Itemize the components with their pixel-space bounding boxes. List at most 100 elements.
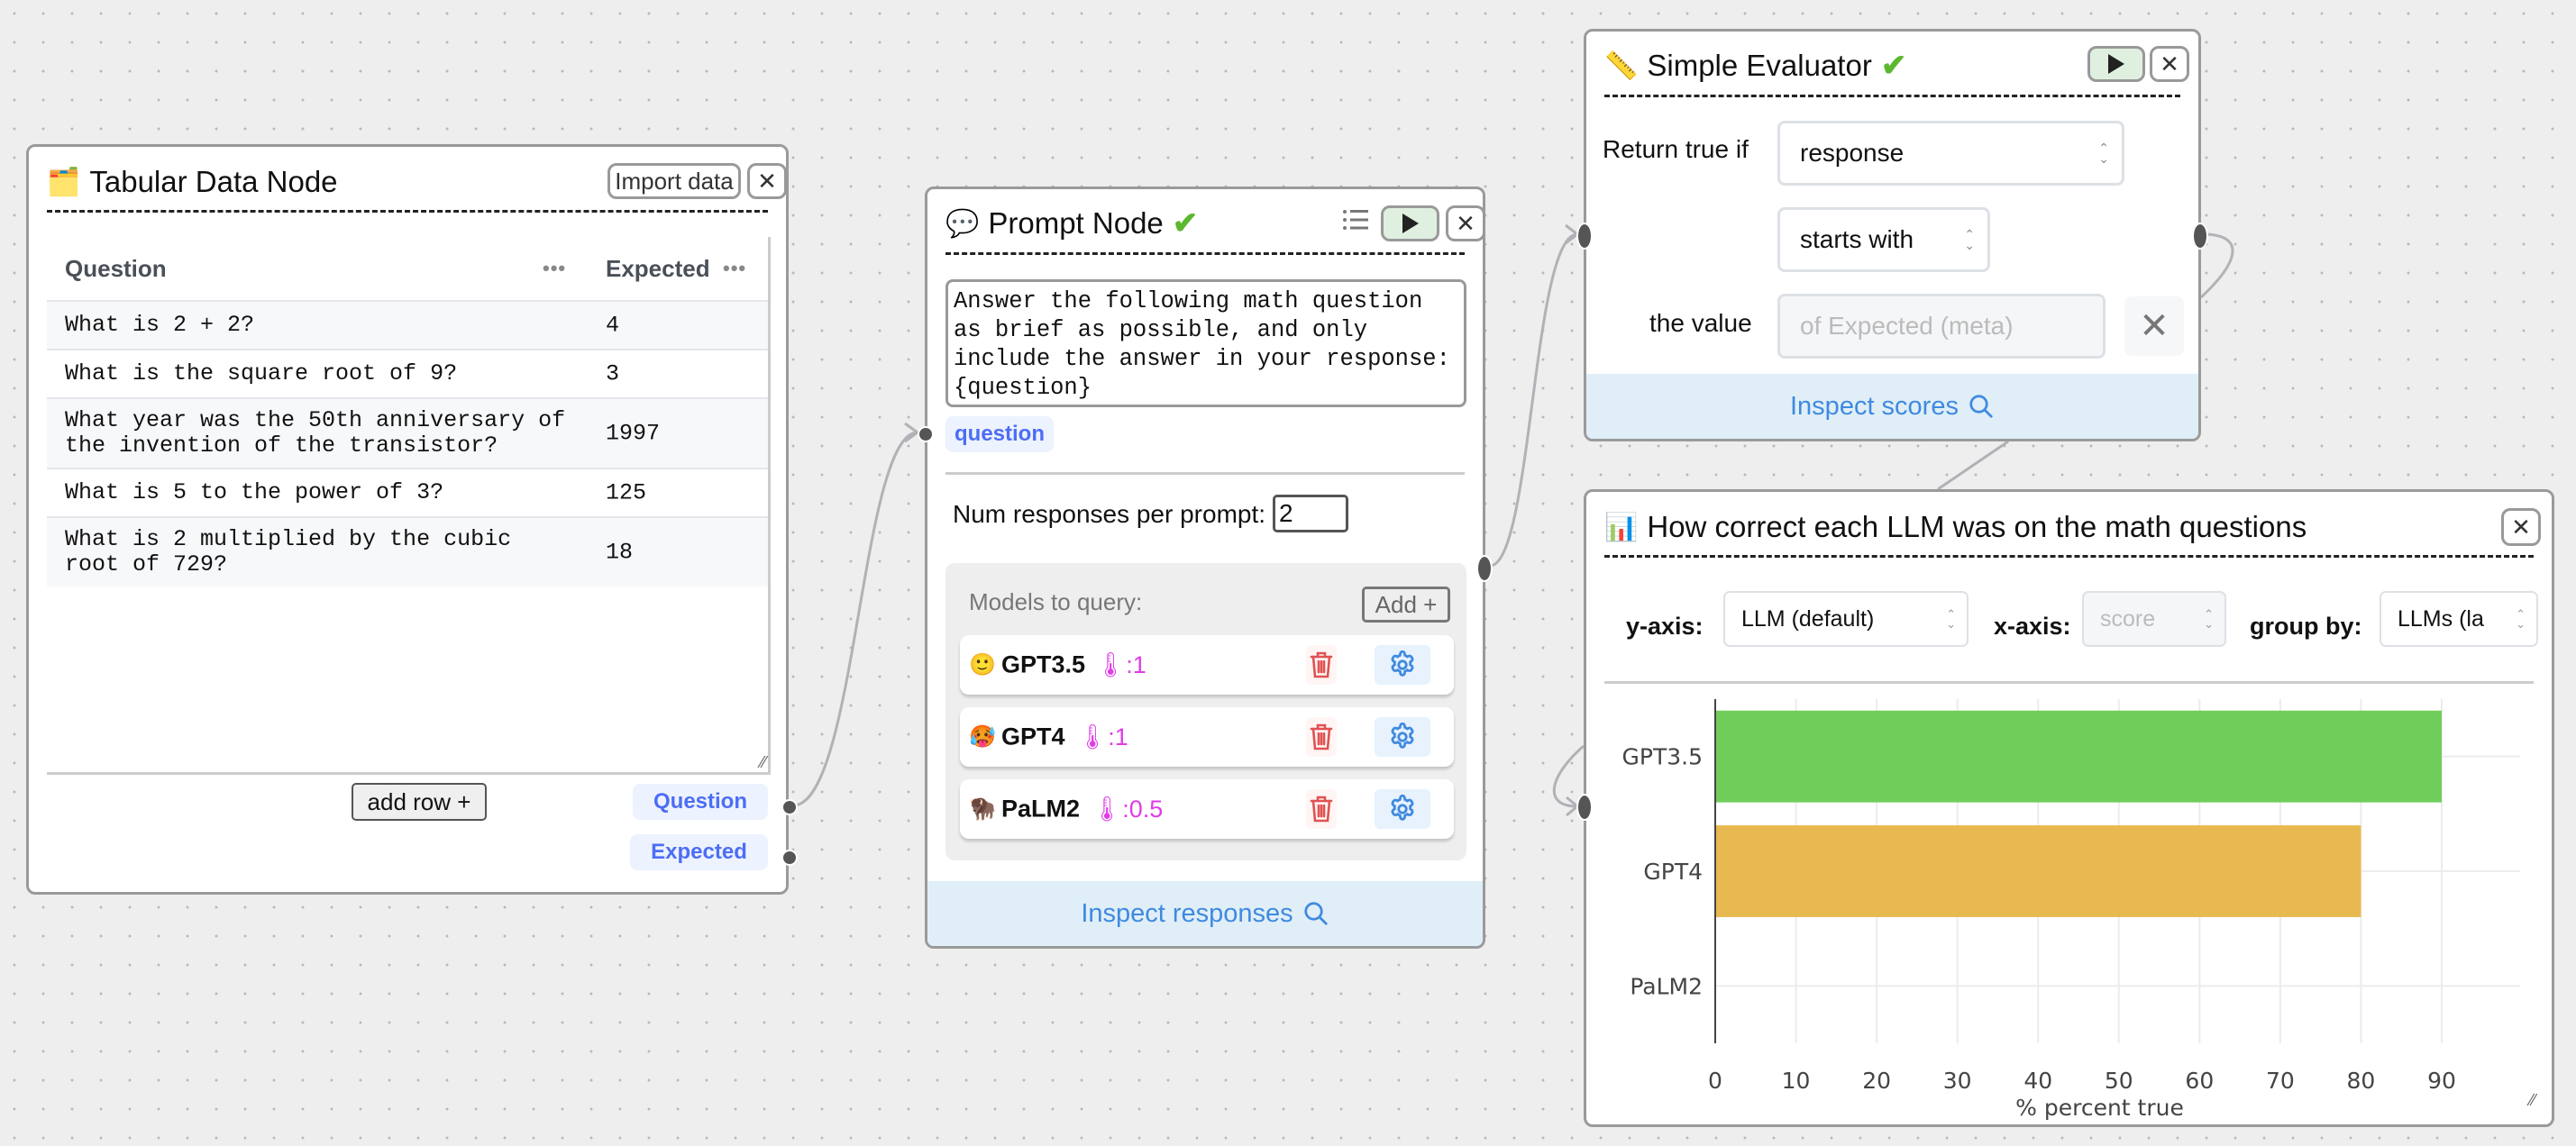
resize-handle-icon[interactable]: ⁄⁄ <box>761 753 766 772</box>
cell-question[interactable]: What year was the 50th anniversary of th… <box>65 408 570 459</box>
inspect-scores-button[interactable]: Inspect scores <box>1586 374 2198 439</box>
model-name: GPT4 <box>1001 723 1065 750</box>
cell-expected[interactable]: 125 <box>606 480 646 506</box>
table-row[interactable]: What is the square root of 9? 3 <box>47 350 768 399</box>
evaluator-title: Simple Evaluator <box>1647 49 1872 82</box>
node-title: 🗂️ Tabular Data Node <box>47 165 338 199</box>
output-handle-question[interactable] <box>781 799 798 815</box>
close-button[interactable]: ✕ <box>2150 46 2189 82</box>
y-tick-label: PaLM2 <box>1630 973 1703 999</box>
output-question-label: Question <box>653 789 747 814</box>
edge-evaluator-to-vis-b <box>1937 440 2009 491</box>
run-button[interactable] <box>2087 46 2145 82</box>
bar-gpt35 <box>1715 710 2442 803</box>
close-button[interactable]: ✕ <box>747 163 787 199</box>
target-select-value: response <box>1800 139 1905 167</box>
model-name: PaLM2 <box>1001 795 1081 823</box>
y-tick-label: GPT3.5 <box>1622 744 1703 770</box>
prompt-node-title: Prompt Node <box>988 206 1164 240</box>
output-handle-evaluator[interactable] <box>2192 223 2208 250</box>
tabular-data-node[interactable]: 🗂️ Tabular Data Node Import data ✕ Quest… <box>26 144 798 895</box>
model-item-gpt35[interactable]: 🙂 GPT3.5 🌡:1 <box>960 635 1454 695</box>
model-temperature: 🌡:0.5 <box>1092 796 1164 823</box>
search-icon <box>1969 395 1993 418</box>
x-tick-label: 20 <box>1862 1068 1891 1094</box>
operator-select[interactable]: starts with ⌃ ⌄ <box>1777 207 1990 272</box>
node-header: 💬 Prompt Node ✔ ✕ <box>945 189 1485 255</box>
node-title: 💬 Prompt Node ✔ <box>945 205 1198 241</box>
clear-value-button[interactable]: ✕ <box>2124 296 2184 356</box>
column-menu-icon[interactable]: ••• <box>543 257 566 280</box>
add-model-button[interactable]: Add + <box>1362 587 1450 623</box>
tabular-node-title: Tabular Data Node <box>89 165 338 198</box>
cell-question[interactable]: What is the square root of 9? <box>65 361 570 387</box>
cell-expected[interactable]: 3 <box>606 361 619 387</box>
output-handle-prompt[interactable] <box>1476 555 1493 582</box>
list-icon[interactable] <box>1342 207 1369 232</box>
x-tick-label: 90 <box>2427 1068 2456 1094</box>
cell-question[interactable]: What is 2 multiplied by the cubic root o… <box>65 527 570 578</box>
edge-prompt-to-evaluator[interactable] <box>1489 232 1578 568</box>
table-row[interactable]: What is 5 to the power of 3? 125 <box>47 469 768 518</box>
column-menu-icon[interactable]: ••• <box>723 257 746 280</box>
edge-arrow-prompt <box>904 422 920 443</box>
bison-emoji-icon: 🦬 <box>969 796 996 822</box>
close-button[interactable]: ✕ <box>1446 205 1485 241</box>
inspect-responses-button[interactable]: Inspect responses <box>927 881 1483 946</box>
import-data-label: Import data <box>615 167 734 195</box>
prompt-textarea[interactable]: Answer the following math question as br… <box>945 279 1466 407</box>
table-row[interactable]: What is 2 + 2? 4 <box>47 302 768 350</box>
run-button[interactable] <box>1381 205 1439 241</box>
prompt-node[interactable]: 💬 Prompt Node ✔ ✕ Answer the following m… <box>918 186 1493 949</box>
ruler-icon: 📏 <box>1604 50 1639 81</box>
cell-expected[interactable]: 1997 <box>606 421 660 447</box>
data-table: Question ••• Expected ••• What is 2 + 2?… <box>47 237 771 775</box>
x-tick-label: 60 <box>2185 1068 2214 1094</box>
vis-node[interactable]: 📊 How correct each LLM was on the math q… <box>1576 489 2554 1127</box>
add-row-label: add row + <box>367 787 471 815</box>
target-select[interactable]: response ⌃ ⌄ <box>1777 121 2124 186</box>
close-icon: ✕ <box>757 167 777 195</box>
delete-model-button[interactable] <box>1306 645 1337 685</box>
card-index-dividers-icon: 🗂️ <box>47 167 81 197</box>
column-header-expected[interactable]: Expected <box>606 255 710 283</box>
delete-model-button[interactable] <box>1306 717 1337 757</box>
model-settings-button[interactable] <box>1375 717 1430 757</box>
cell-question[interactable]: What is 2 + 2? <box>65 313 570 338</box>
resize-handle-icon[interactable]: ⁄⁄ <box>2530 1091 2535 1110</box>
cell-expected[interactable]: 4 <box>606 313 619 339</box>
hot-face-emoji-icon: 🥵 <box>969 724 996 750</box>
import-data-button[interactable]: Import data <box>607 163 741 199</box>
output-handle-expected[interactable] <box>781 850 798 866</box>
table-row[interactable]: What is 2 multiplied by the cubic root o… <box>47 518 768 587</box>
close-icon: ✕ <box>2139 306 2170 346</box>
template-var-label: question <box>955 422 1045 446</box>
add-row-button[interactable]: add row + <box>352 783 487 821</box>
gear-icon <box>1391 650 1414 677</box>
the-value-label: the value <box>1649 309 1752 337</box>
add-model-label: Add + <box>1375 590 1438 618</box>
input-handle-vis[interactable] <box>1576 794 1593 821</box>
x-tick-label: 0 <box>1708 1068 1722 1094</box>
column-header-question[interactable]: Question <box>65 255 167 283</box>
x-tick-label: 40 <box>2023 1068 2052 1094</box>
gear-icon <box>1391 794 1414 821</box>
table-header: Question ••• Expected ••• <box>47 237 768 302</box>
num-responses-label: Num responses per prompt: <box>953 500 1266 528</box>
input-handle-evaluator[interactable] <box>1576 223 1593 250</box>
cell-question[interactable]: What is 5 to the power of 3? <box>65 480 570 505</box>
simple-evaluator-node[interactable]: 📏 Simple Evaluator ✔ ✕ Return true if re… <box>1576 29 2208 441</box>
num-responses-input[interactable]: 2 <box>1273 495 1348 532</box>
model-item-gpt4[interactable]: 🥵 GPT4 🌡:1 <box>960 707 1454 767</box>
node-header: 📏 Simple Evaluator ✔ ✕ <box>1604 32 2189 97</box>
success-check-icon: ✔ <box>1172 206 1199 241</box>
input-handle-question[interactable] <box>918 426 934 442</box>
value-input[interactable]: of Expected (meta) <box>1777 294 2106 359</box>
cell-expected[interactable]: 18 <box>606 540 633 566</box>
edge-table-to-prompt[interactable] <box>792 431 918 807</box>
model-settings-button[interactable] <box>1375 645 1430 685</box>
model-item-palm2[interactable]: 🦬 PaLM2 🌡:0.5 <box>960 779 1454 839</box>
model-settings-button[interactable] <box>1375 789 1430 829</box>
delete-model-button[interactable] <box>1306 789 1337 829</box>
table-row[interactable]: What year was the 50th anniversary of th… <box>47 399 768 469</box>
